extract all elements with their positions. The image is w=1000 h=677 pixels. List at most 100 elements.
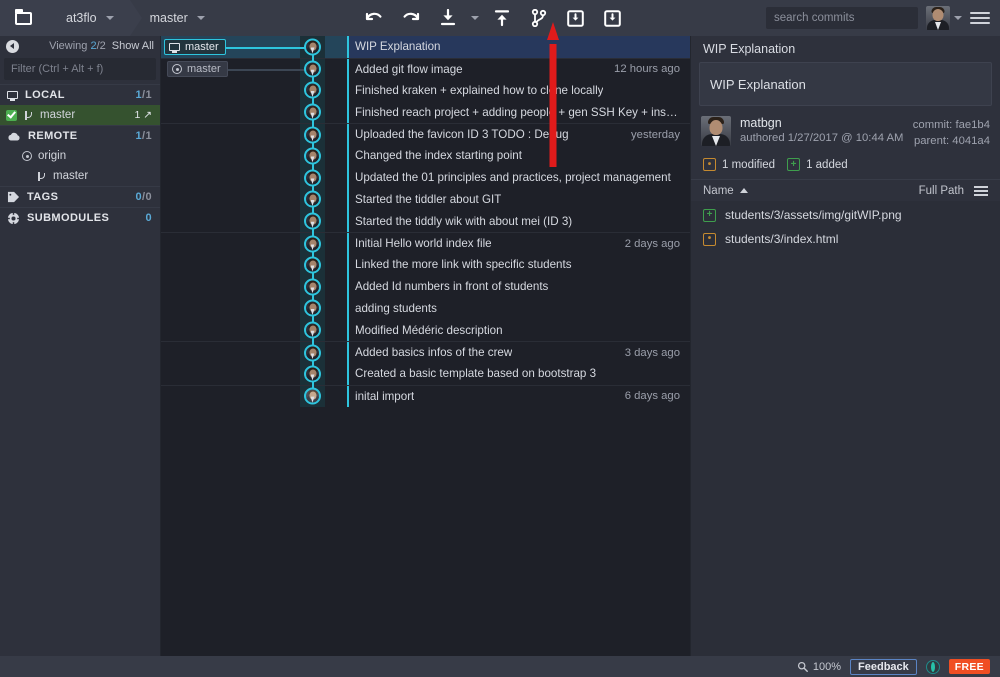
pull-dropdown[interactable] xyxy=(468,3,482,33)
commit-row[interactable]: master WIP Explanation xyxy=(161,36,690,69)
search-input[interactable] xyxy=(773,12,928,24)
file-path: students/3/assets/img/gitWIP.png xyxy=(725,208,902,222)
redo-button[interactable] xyxy=(394,3,428,33)
collapse-left-icon[interactable] xyxy=(6,39,19,53)
modified-icon: • xyxy=(703,232,716,246)
commit-graph-cell xyxy=(161,253,347,287)
stash-button[interactable] xyxy=(559,3,593,33)
ref-connector xyxy=(221,69,313,72)
column-name[interactable]: Name xyxy=(703,185,734,197)
commit-node-avatar[interactable] xyxy=(304,321,321,339)
plan-badge[interactable]: FREE xyxy=(948,659,990,674)
commit-node-avatar[interactable] xyxy=(304,299,321,317)
commit-node-avatar[interactable] xyxy=(304,256,321,274)
sidebar-item-remote-master[interactable]: master xyxy=(0,166,160,186)
commit-node-avatar[interactable] xyxy=(304,38,321,56)
sidebar-item-label: master xyxy=(40,109,76,121)
sidebar-section-submodules[interactable]: SUBMODULES 0 xyxy=(0,207,160,228)
sidebar-item-local-master[interactable]: master 1 ↗ xyxy=(0,105,160,125)
commit-node-avatar[interactable] xyxy=(304,278,321,296)
commit-message-cell: Changed the index starting point xyxy=(347,144,690,167)
breadcrumb-branch[interactable]: master xyxy=(129,0,234,36)
search-commits-box[interactable] xyxy=(765,7,928,29)
sidebar-item-label: origin xyxy=(38,150,67,162)
globe-icon[interactable] xyxy=(925,659,940,674)
pull-button[interactable] xyxy=(431,3,465,33)
commit-node-avatar[interactable] xyxy=(304,235,321,253)
commit-row[interactable]: inital import 6 days ago xyxy=(161,384,690,407)
toolbar: at3flo master xyxy=(0,0,1000,36)
commit-node-avatar[interactable] xyxy=(304,81,321,99)
commit-row[interactable]: Updated the 01 principles and practices,… xyxy=(161,166,690,200)
commit-row[interactable]: Created a basic template based on bootst… xyxy=(161,362,690,396)
commit-node-avatar[interactable] xyxy=(304,365,321,383)
commit-message-text: Updated the 01 principles and practices,… xyxy=(355,171,671,185)
commit-message-cell: Started the tiddly wik with about mei (I… xyxy=(347,210,690,233)
account-menu[interactable] xyxy=(925,6,962,30)
commit-node-avatar[interactable] xyxy=(304,169,321,187)
commit-row[interactable]: Finished reach project + adding people +… xyxy=(161,101,690,135)
ref-connector xyxy=(219,46,313,49)
commit-message-text: Modified Médéric description xyxy=(355,323,503,337)
commit-row[interactable]: Added basics infos of the crew 3 days ago xyxy=(161,341,690,375)
sidebar-section-tags[interactable]: TAGS 0/0 xyxy=(0,186,160,207)
commit-message: WIP Explanation xyxy=(710,76,806,92)
ref-label-remote-master[interactable]: master xyxy=(167,61,228,78)
pop-stash-button[interactable] xyxy=(596,3,630,33)
commit-message-text: Finished kraken + explained how to clone… xyxy=(355,83,604,97)
commit-row[interactable]: Started the tiddly wik with about mei (I… xyxy=(161,210,690,244)
commit-row[interactable]: Started the tiddler about GIT xyxy=(161,188,690,222)
commit-message-text: Uploaded the favicon ID 3 TODO : Debug xyxy=(355,128,569,142)
push-button[interactable] xyxy=(485,3,519,33)
commit-row[interactable]: Uploaded the favicon ID 3 TODO : Debug ye… xyxy=(161,123,690,157)
commit-message-cell: Created a basic template based on bootst… xyxy=(347,362,690,385)
list-view-icon[interactable] xyxy=(974,185,988,196)
zoom-control[interactable]: 100% xyxy=(797,661,841,673)
commit-node-avatar[interactable] xyxy=(304,344,321,362)
commit-message-cell: Modified Médéric description xyxy=(347,319,690,342)
commit-node-avatar[interactable] xyxy=(304,212,321,230)
commit-graph-cell xyxy=(161,101,347,135)
commit-message-cell: Added basics infos of the crew 3 days ago xyxy=(347,342,690,363)
checkbox-checked-icon[interactable] xyxy=(6,109,17,121)
commit-message-text: WIP Explanation xyxy=(355,40,441,54)
sidebar-section-remote[interactable]: REMOTE 1/1 xyxy=(0,125,160,146)
branch-button[interactable] xyxy=(522,3,556,33)
undo-button[interactable] xyxy=(357,3,391,33)
file-row[interactable]: + students/3/assets/img/gitWIP.png xyxy=(691,203,1000,227)
file-row[interactable]: • students/3/index.html xyxy=(691,227,1000,251)
breadcrumb-repo[interactable]: at3flo xyxy=(46,0,142,36)
monitor-icon xyxy=(7,91,18,101)
breadcrumb-repo-label: at3flo xyxy=(66,11,97,25)
filter-input[interactable] xyxy=(11,63,153,75)
commit-row[interactable]: Changed the index starting point xyxy=(161,144,690,178)
commit-row[interactable]: adding students xyxy=(161,297,690,331)
ref-label-local-master[interactable]: master xyxy=(164,38,226,55)
commit-node-avatar[interactable] xyxy=(304,126,321,144)
commit-node-avatar[interactable] xyxy=(304,147,321,165)
avatar xyxy=(925,6,950,30)
commit-node-avatar[interactable] xyxy=(304,60,321,78)
sidebar-item-remote-origin[interactable]: origin xyxy=(0,146,160,166)
commit-row[interactable]: master Added git flow image 12 hours ago xyxy=(161,57,690,91)
hamburger-menu-icon[interactable] xyxy=(969,12,990,24)
commit-row[interactable]: Initial Hello world index file 2 days ago xyxy=(161,232,690,266)
sidebar-section-local[interactable]: LOCAL 1/1 xyxy=(0,84,160,105)
commit-node-avatar[interactable] xyxy=(304,387,321,405)
show-all-button[interactable]: Show All xyxy=(112,40,154,52)
commit-node-avatar[interactable] xyxy=(304,103,321,121)
commit-node-avatar[interactable] xyxy=(304,190,321,208)
open-repo-button[interactable] xyxy=(0,0,46,36)
commit-graph-cell: master xyxy=(161,36,347,69)
branch-icon xyxy=(36,171,47,182)
commit-row[interactable]: Added Id numbers in front of students xyxy=(161,275,690,309)
commit-row[interactable]: Finished kraken + explained how to clone… xyxy=(161,79,690,113)
commit-row[interactable]: Linked the more link with specific stude… xyxy=(161,253,690,287)
commit-row[interactable]: Modified Médéric description xyxy=(161,319,690,353)
filter-box[interactable] xyxy=(4,58,156,80)
column-full-path[interactable]: Full Path xyxy=(919,185,964,197)
feedback-button[interactable]: Feedback xyxy=(850,658,917,675)
commit-message-cell: Uploaded the favicon ID 3 TODO : Debug ye… xyxy=(347,124,690,145)
commit-message-cell: Finished reach project + adding people +… xyxy=(347,101,690,124)
commit-message-box[interactable]: WIP Explanation xyxy=(699,62,992,106)
